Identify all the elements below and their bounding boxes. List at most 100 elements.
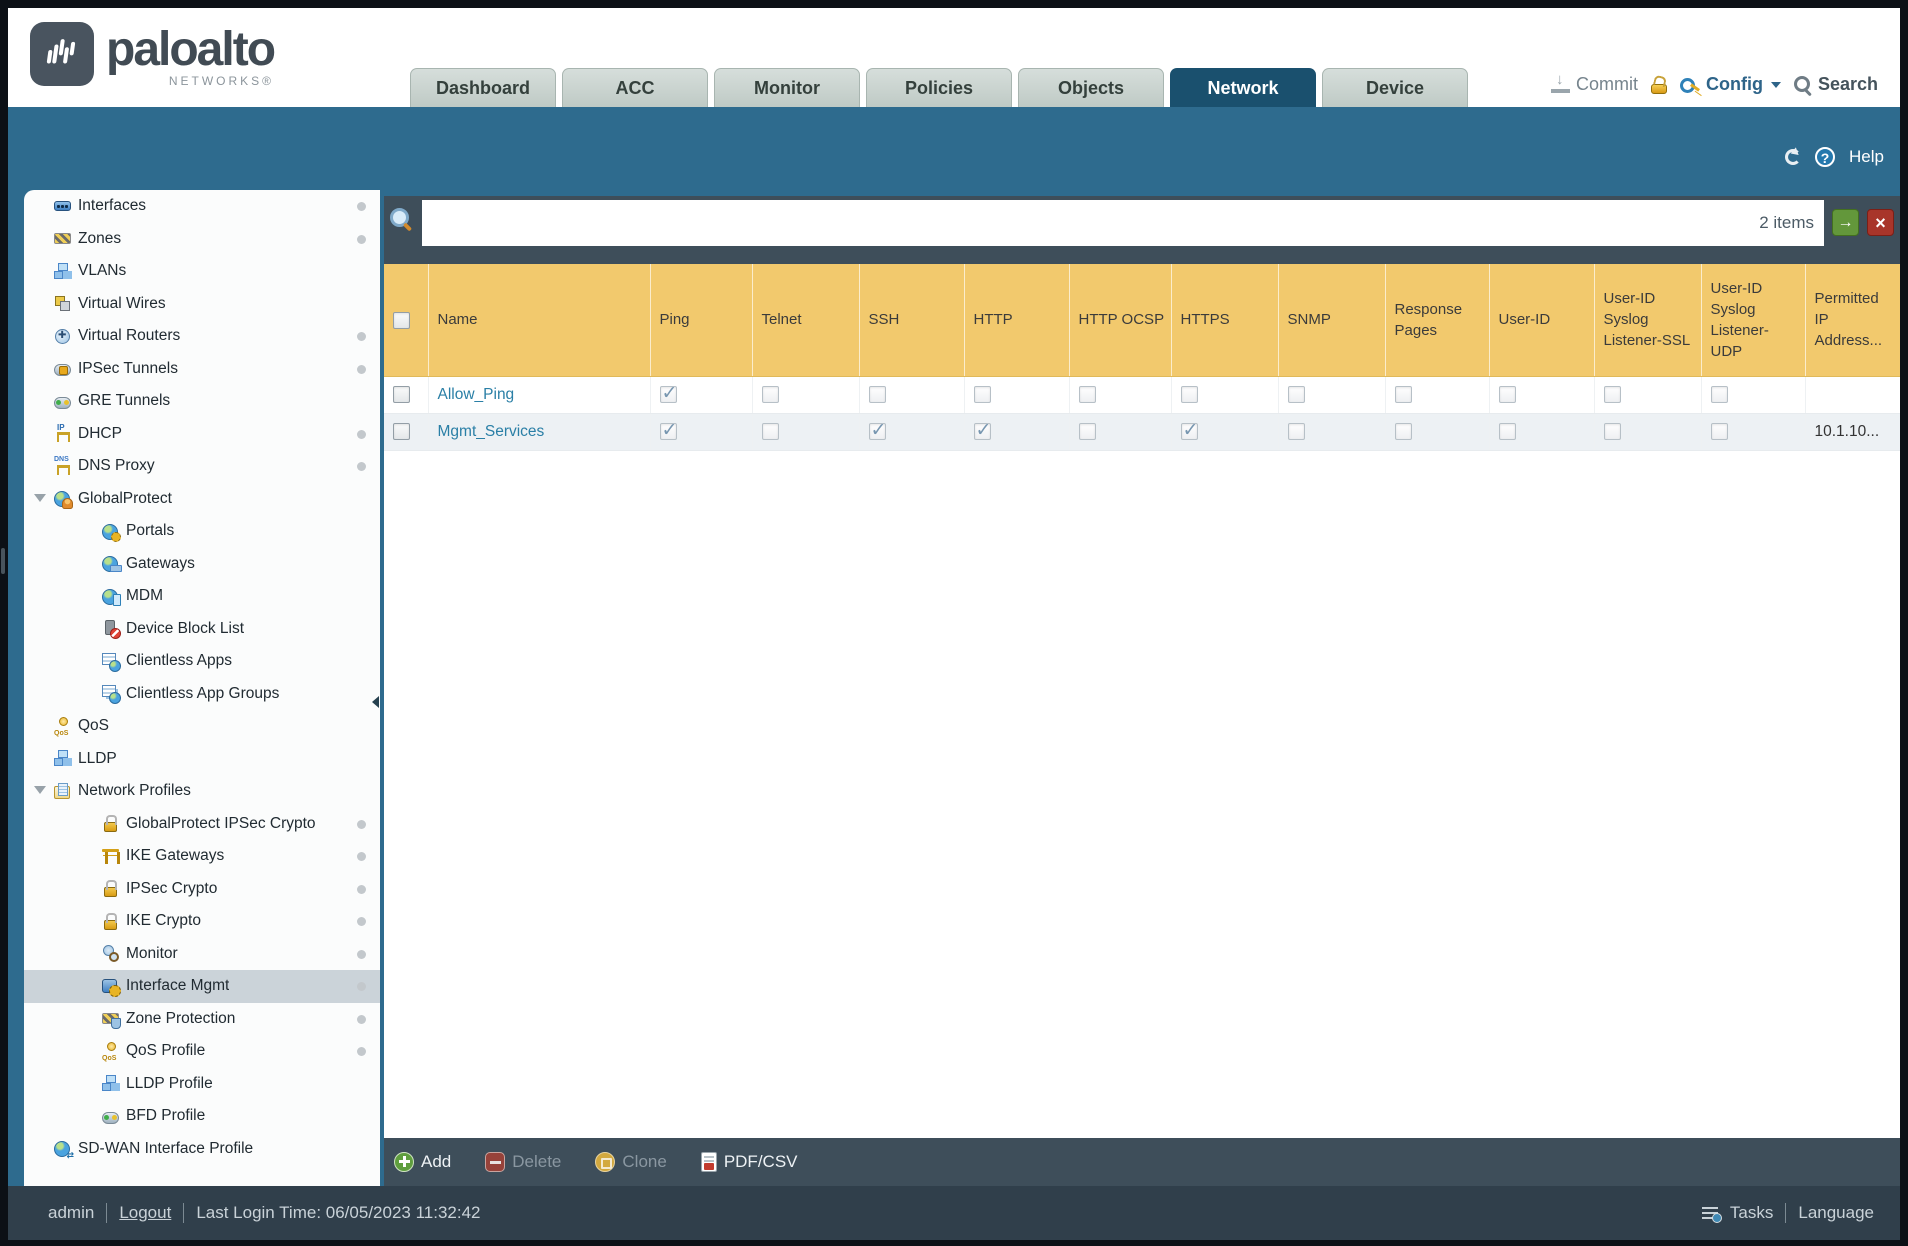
- refresh-icon[interactable]: [1785, 149, 1802, 165]
- tab-dashboard[interactable]: Dashboard: [410, 68, 556, 107]
- sidebar-item-zone-protection[interactable]: Zone Protection: [24, 1003, 380, 1036]
- zones-icon: [54, 230, 71, 247]
- config-button[interactable]: Config: [1679, 74, 1781, 95]
- entry-link-mgmt-services[interactable]: Mgmt_Services: [438, 423, 545, 440]
- column-header-permitted-ip-address[interactable]: Permitted IP Address...: [1805, 264, 1900, 377]
- portals-icon: [102, 523, 121, 542]
- sidebar-item-device-block-list[interactable]: Device Block List: [24, 613, 380, 646]
- tab-network[interactable]: Network: [1170, 68, 1316, 107]
- pdf-csv-button[interactable]: PDF/CSV: [700, 1152, 798, 1172]
- sidebar-item-vlans[interactable]: VLANs: [24, 255, 380, 288]
- tab-monitor[interactable]: Monitor: [714, 68, 860, 107]
- column-header-ping[interactable]: Ping: [650, 264, 753, 377]
- column-header-http-ocsp[interactable]: HTTP OCSP: [1069, 264, 1172, 377]
- sidebar-item-gateways[interactable]: Gateways: [24, 548, 380, 581]
- user-id-checkbox: [1498, 422, 1516, 440]
- sidebar-item-ipsec-tunnels[interactable]: IPSec Tunnels: [24, 353, 380, 386]
- column-header-ssh[interactable]: SSH: [859, 264, 965, 377]
- delete-button[interactable]: Delete: [485, 1152, 561, 1172]
- brand: paloalto NETWORKS®: [30, 22, 276, 88]
- sidebar-item-ike-crypto[interactable]: IKE Crypto: [24, 905, 380, 938]
- column-header-user-id[interactable]: User-ID: [1489, 264, 1595, 377]
- sidebar-item-monitor[interactable]: Monitor: [24, 938, 380, 971]
- sidebar-item-globalprotect-ipsec-crypto[interactable]: GlobalProtect IPSec Crypto: [24, 808, 380, 841]
- column-header-telnet[interactable]: Telnet: [752, 264, 860, 377]
- sidebar-item-qos-profile[interactable]: QoS Profile: [24, 1035, 380, 1068]
- last-login-time: Last Login Time: 06/05/2023 11:32:42: [196, 1203, 481, 1222]
- column-header-user-id-syslog-listener-ssl[interactable]: User-ID Syslog Listener-SSL: [1594, 264, 1702, 377]
- sidebar-item-interfaces[interactable]: Interfaces: [24, 190, 380, 223]
- sidebar-item-zones[interactable]: Zones: [24, 223, 380, 256]
- tasks-link[interactable]: Tasks: [1730, 1203, 1773, 1223]
- commit-button[interactable]: Commit: [1550, 71, 1638, 95]
- sidebar-collapse-icon[interactable]: [372, 696, 379, 708]
- column-header-http[interactable]: HTTP: [964, 264, 1070, 377]
- row-checkbox[interactable]: [393, 385, 410, 403]
- sidebar-item-portals[interactable]: Portals: [24, 515, 380, 548]
- sidebar-item-dhcp[interactable]: DHCP: [24, 418, 380, 451]
- sidebar-item-interface-mgmt[interactable]: Interface Mgmt: [24, 970, 380, 1003]
- item-dot: [357, 234, 366, 244]
- select-all-checkbox[interactable]: [393, 311, 410, 329]
- virtual-wires-icon: [54, 295, 71, 312]
- ssh-checkbox: [868, 385, 886, 403]
- apply-filter-button[interactable]: [1832, 209, 1859, 236]
- clear-filter-button[interactable]: [1867, 209, 1894, 236]
- tab-acc[interactable]: ACC: [562, 68, 708, 107]
- http-ocsp-checkbox: [1078, 422, 1096, 440]
- sidebar-item-network-profiles[interactable]: Network Profiles: [24, 775, 380, 808]
- filter-input[interactable]: [422, 200, 1750, 246]
- table-body: Allow_Ping Mgmt_Services 10.1.10...: [384, 376, 1900, 451]
- snmp-checkbox: [1287, 422, 1305, 440]
- row-checkbox[interactable]: [393, 422, 410, 440]
- clone-button[interactable]: Clone: [595, 1152, 667, 1172]
- column-header-name[interactable]: Name: [428, 264, 651, 377]
- dns-proxy-icon: [54, 456, 71, 475]
- expand-triangle-icon[interactable]: [34, 786, 46, 794]
- tasks-icon[interactable]: [1701, 1206, 1722, 1223]
- sidebar-item-mdm[interactable]: MDM: [24, 580, 380, 613]
- help-icon[interactable]: [1815, 147, 1836, 167]
- tab-objects[interactable]: Objects: [1018, 68, 1164, 107]
- sidebar-item-label: QoS: [78, 717, 110, 735]
- magnifier-icon[interactable]: [390, 208, 412, 230]
- sidebar-item-lldp[interactable]: LLDP: [24, 743, 380, 776]
- entry-link-allow-ping[interactable]: Allow_Ping: [438, 386, 515, 403]
- sidebar-item-lldp-profile[interactable]: LLDP Profile: [24, 1068, 380, 1101]
- tab-device[interactable]: Device: [1322, 68, 1468, 107]
- logout-link[interactable]: Logout: [119, 1203, 171, 1223]
- sidebar-item-globalprotect[interactable]: GlobalProtect: [24, 483, 380, 516]
- sidebar-item-sd-wan-interface-profile[interactable]: SD-WAN Interface Profile: [24, 1133, 380, 1166]
- sidebar-item-ipsec-crypto[interactable]: IPSec Crypto: [24, 873, 380, 906]
- https-checkbox: [1180, 385, 1198, 403]
- column-header-snmp[interactable]: SNMP: [1278, 264, 1386, 377]
- item-dot: [357, 429, 366, 439]
- sidebar-item-label: Virtual Routers: [78, 327, 181, 345]
- sidebar-item-virtual-routers[interactable]: Virtual Routers: [24, 320, 380, 353]
- sidebar-item-bfd-profile[interactable]: BFD Profile: [24, 1100, 380, 1133]
- column-header-user-id-syslog-listener-udp[interactable]: User-ID Syslog Listener-UDP: [1701, 264, 1806, 377]
- sidebar-item-virtual-wires[interactable]: Virtual Wires: [24, 288, 380, 321]
- language-link[interactable]: Language: [1798, 1203, 1874, 1223]
- item-dot: [357, 819, 366, 829]
- filter-bar: 2 items: [384, 196, 1900, 264]
- help-label[interactable]: Help: [1849, 147, 1884, 167]
- column-header-response-pages[interactable]: Response Pages: [1385, 264, 1490, 377]
- sidebar-item-ike-gateways[interactable]: IKE Gateways: [24, 840, 380, 873]
- tab-policies[interactable]: Policies: [866, 68, 1012, 107]
- column-header-https[interactable]: HTTPS: [1171, 264, 1279, 377]
- http-checkbox: [973, 385, 991, 403]
- sidebar-item-clientless-apps[interactable]: Clientless Apps: [24, 645, 380, 678]
- sidebar-item-clientless-app-groups[interactable]: Clientless App Groups: [24, 678, 380, 711]
- expand-triangle-icon[interactable]: [34, 493, 46, 502]
- sidebar-item-label: GlobalProtect: [78, 489, 172, 507]
- sidebar-item-qos[interactable]: QoS: [24, 710, 380, 743]
- sidebar-item-dns-proxy[interactable]: DNS Proxy: [24, 450, 380, 483]
- sidebar-item-label: Virtual Wires: [78, 294, 166, 312]
- edge-tick: [1, 548, 5, 574]
- virtual-routers-icon: [54, 328, 71, 345]
- add-button[interactable]: Add: [394, 1152, 451, 1172]
- sidebar-item-gre-tunnels[interactable]: GRE Tunnels: [24, 385, 380, 418]
- lock-icon[interactable]: [1650, 76, 1667, 94]
- global-search-button[interactable]: Search: [1793, 74, 1878, 95]
